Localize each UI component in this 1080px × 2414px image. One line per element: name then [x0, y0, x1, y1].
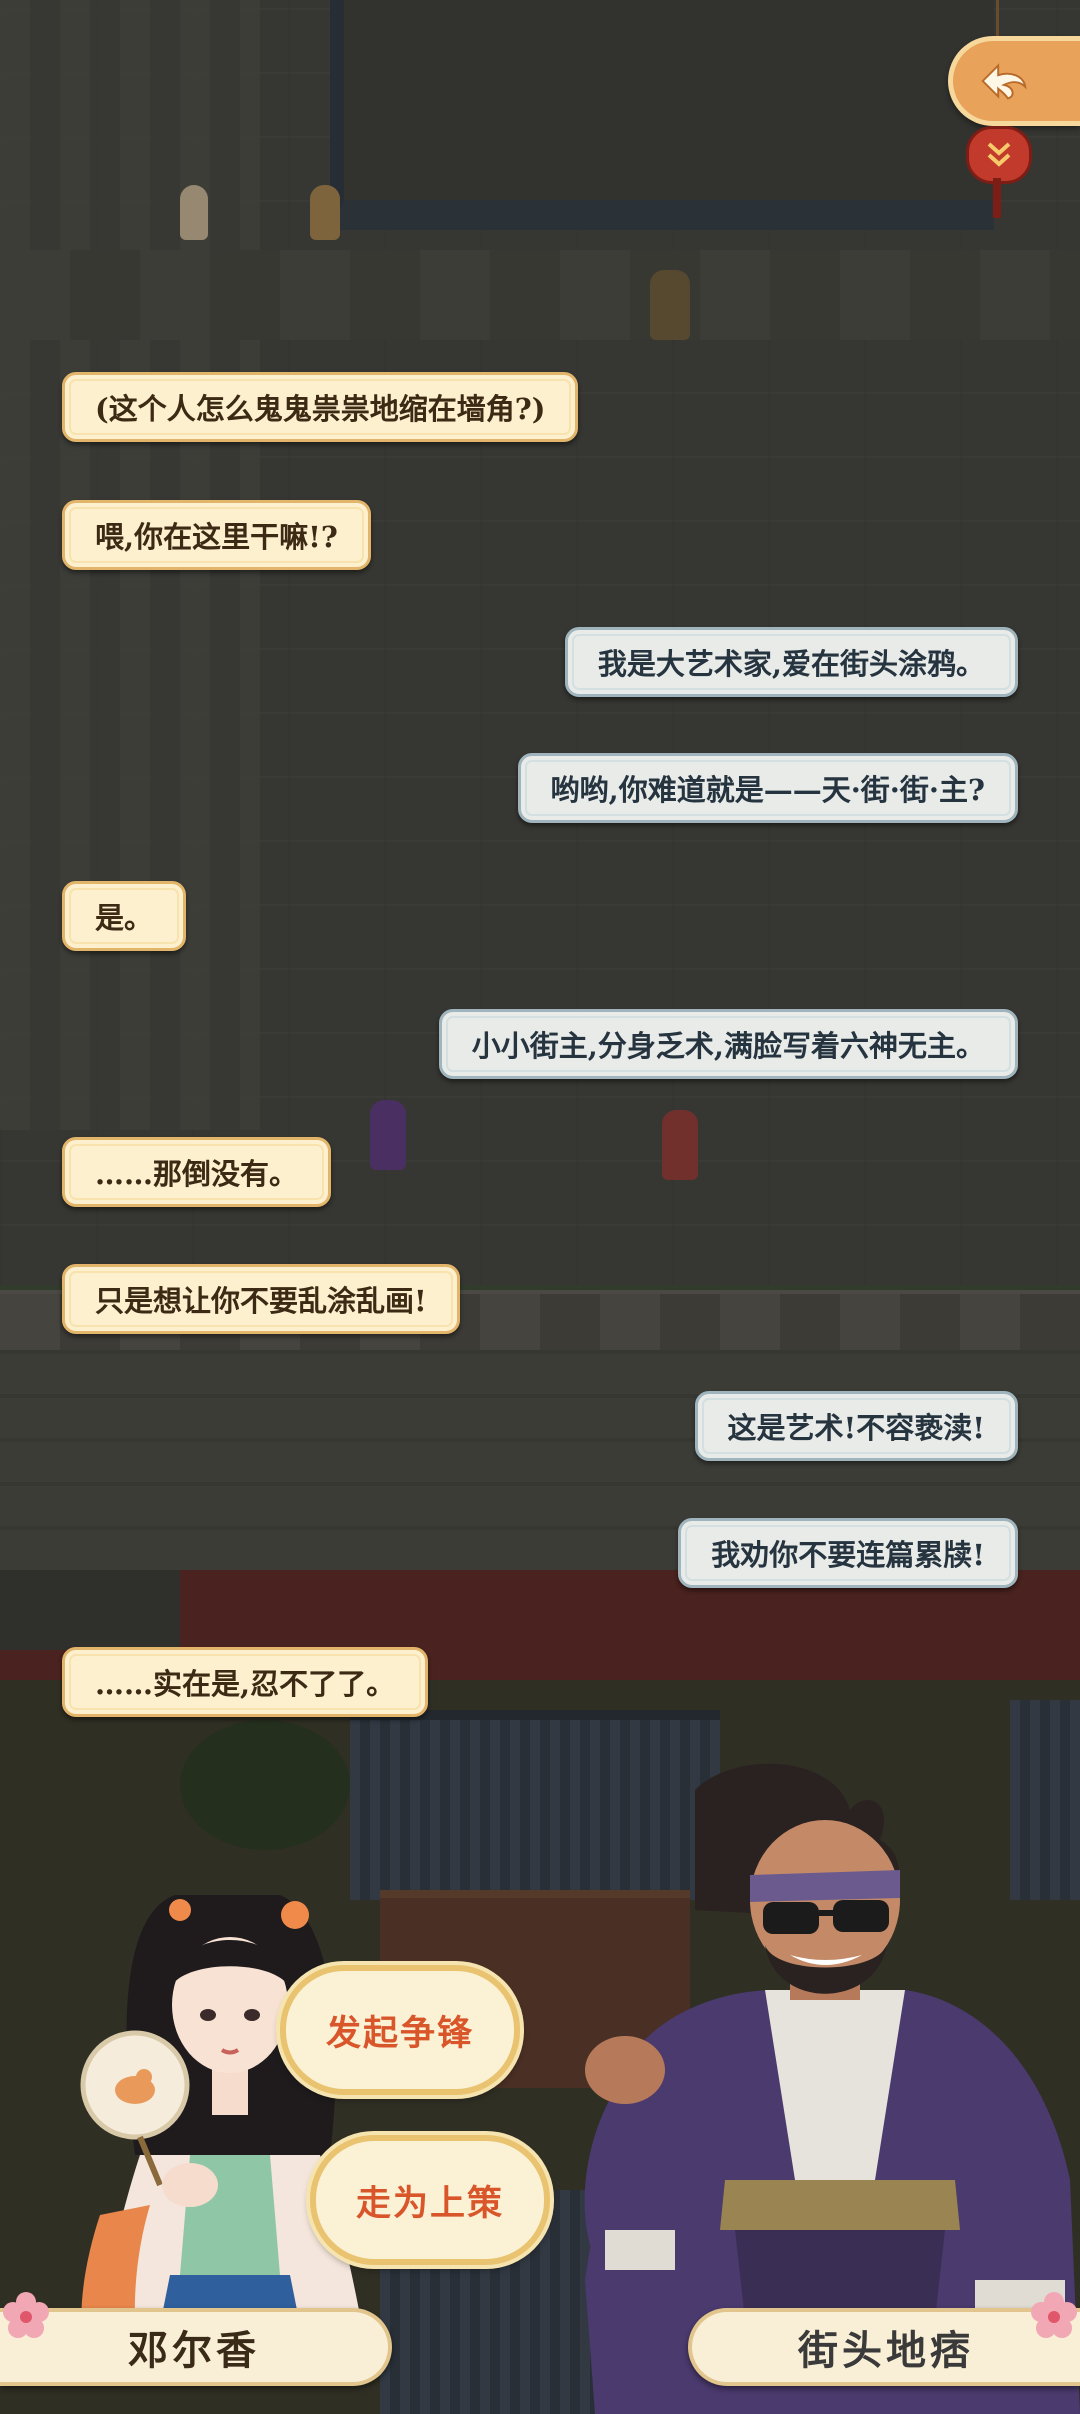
back-button[interactable] — [948, 36, 1080, 126]
lantern-tassel — [993, 178, 1001, 218]
dialogue-bubble-right: 哟哟,你难道就是——天·街·街·主? — [517, 753, 1018, 823]
lantern-toggle[interactable] — [966, 126, 1032, 184]
speaker-name-left: 邓尔香 — [0, 2308, 392, 2386]
plum-blossom-icon — [3, 2292, 49, 2338]
dialogue-bubble-right: 我劝你不要连篇累牍! — [678, 1518, 1018, 1588]
choice-button-flee[interactable]: 走为上策 — [310, 2135, 550, 2265]
dialogue-bubble-left: (这个人怎么鬼鬼祟祟地缩在墙角?) — [62, 372, 579, 442]
lantern-string — [996, 0, 999, 36]
dialogue-bubble-right: 小小街主,分身乏术,满脸写着六神无主。 — [438, 1009, 1018, 1079]
double-chevron-down-icon — [987, 142, 1011, 167]
swirl-cloud-back-icon — [981, 63, 1027, 100]
dialogue-bubble-left: 是。 — [62, 881, 187, 951]
dialogue-bubble-right: 我是大艺术家,爱在街头涂鸦。 — [564, 627, 1018, 697]
plum-blossom-icon — [1031, 2292, 1077, 2338]
heroine-portrait — [80, 1895, 370, 2375]
dialogue-bubble-left: 只是想让你不要乱涂乱画! — [62, 1264, 460, 1334]
dialogue-bubble-right: 这是艺术!不容亵渎! — [694, 1391, 1018, 1461]
dialogue-bubble-left: 喂,你在这里干嘛!? — [62, 500, 371, 570]
speaker-name-right: 街头地痞 — [688, 2308, 1080, 2386]
dialogue-bubble-left: ……那倒没有。 — [62, 1137, 332, 1207]
dialogue-bubble-left: ……实在是,忍不了了。 — [62, 1647, 429, 1717]
choice-button-confront[interactable]: 发起争锋 — [280, 1965, 520, 2095]
